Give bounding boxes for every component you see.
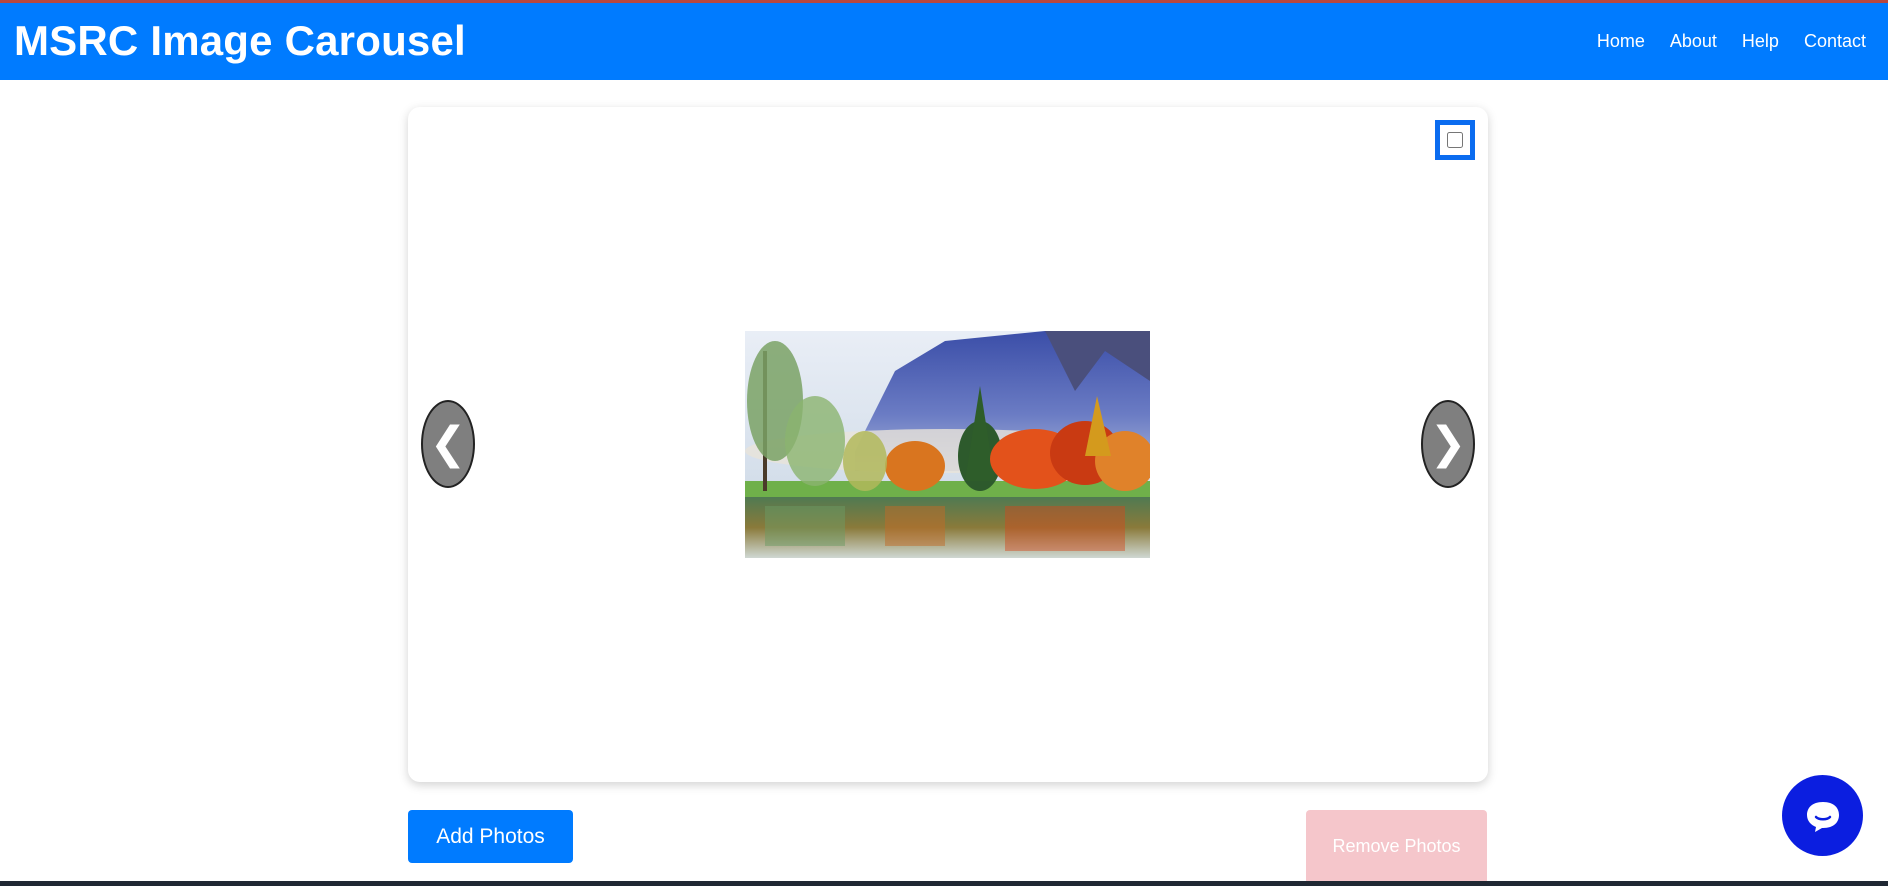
bottom-taskbar-edge bbox=[0, 881, 1888, 886]
nav-about-link[interactable]: About bbox=[1670, 31, 1717, 52]
next-slide-button[interactable]: ❯ bbox=[1421, 400, 1475, 488]
app-header: MSRC Image Carousel Home About Help Cont… bbox=[0, 3, 1888, 80]
main-nav: Home About Help Contact bbox=[1597, 31, 1866, 52]
prev-slide-button[interactable]: ❮ bbox=[421, 400, 475, 488]
nav-help-link[interactable]: Help bbox=[1742, 31, 1779, 52]
landscape-photo-icon bbox=[745, 331, 1150, 558]
add-photos-button[interactable]: Add Photos bbox=[408, 810, 573, 863]
remove-photos-button[interactable]: Remove Photos bbox=[1306, 810, 1487, 882]
nav-contact-link[interactable]: Contact bbox=[1804, 31, 1866, 52]
chat-launcher-button[interactable] bbox=[1782, 775, 1863, 856]
carousel-image bbox=[745, 331, 1150, 558]
app-title: MSRC Image Carousel bbox=[14, 17, 466, 64]
chat-bubble-icon bbox=[1806, 801, 1839, 832]
select-image-checkbox[interactable] bbox=[1447, 132, 1463, 148]
nav-home-link[interactable]: Home bbox=[1597, 31, 1645, 52]
select-image-checkbox-frame bbox=[1435, 120, 1475, 160]
